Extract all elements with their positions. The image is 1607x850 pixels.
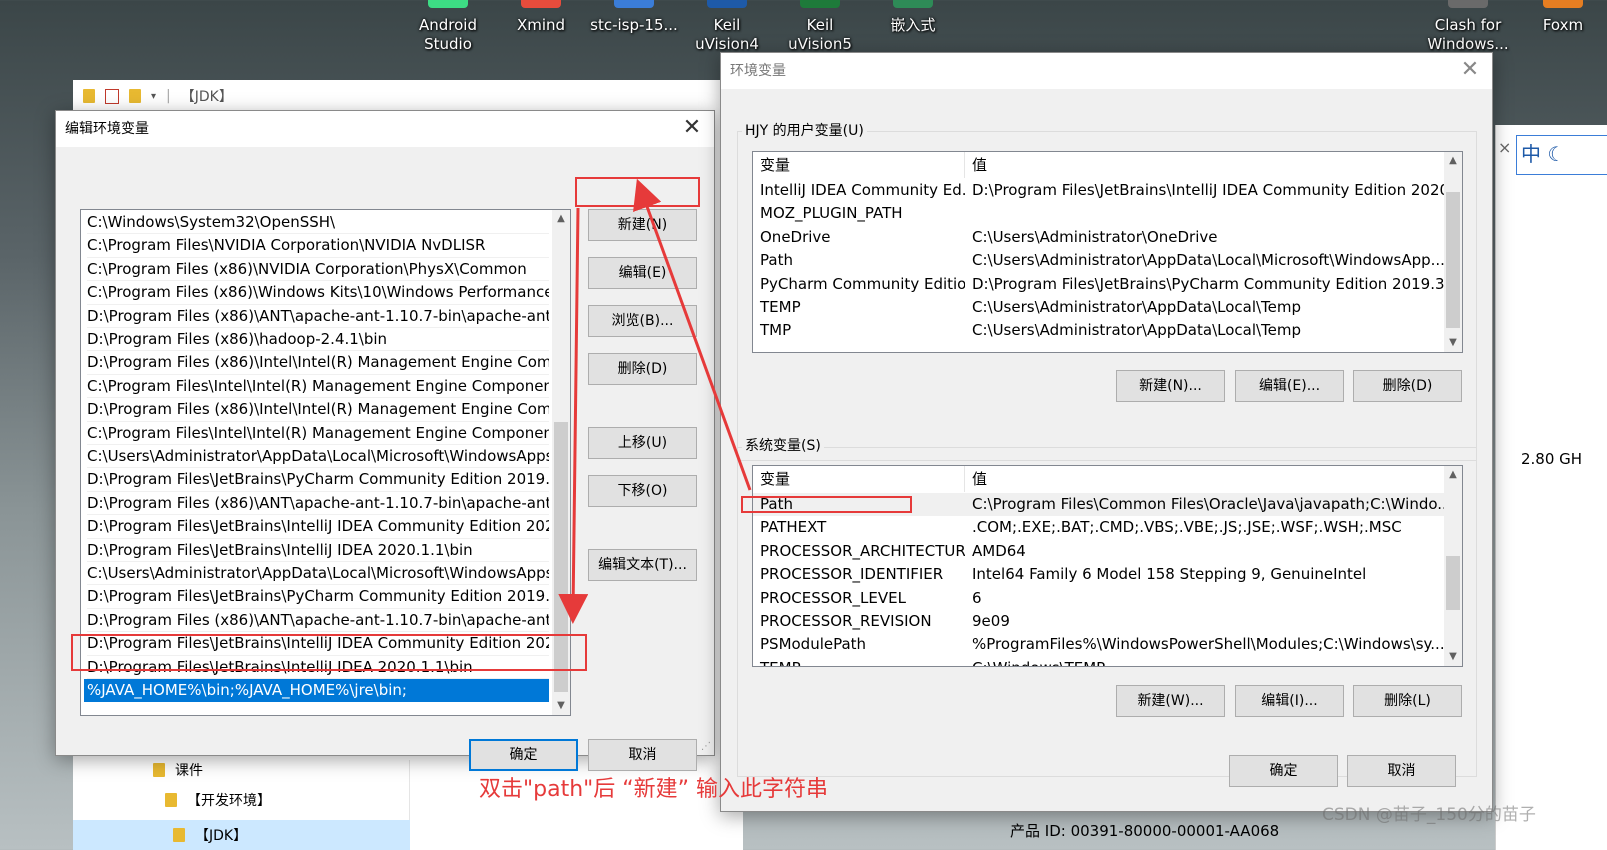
arrow-path-to-new [633,178,752,491]
watermark: CSDN @苗子_150分的苗子 [1322,805,1536,825]
annotation-arrows [558,178,752,624]
arrow-new-to-entry [558,207,589,624]
annotation-text: 双击"path"后 “新建” 输入此字符串 [479,777,829,802]
